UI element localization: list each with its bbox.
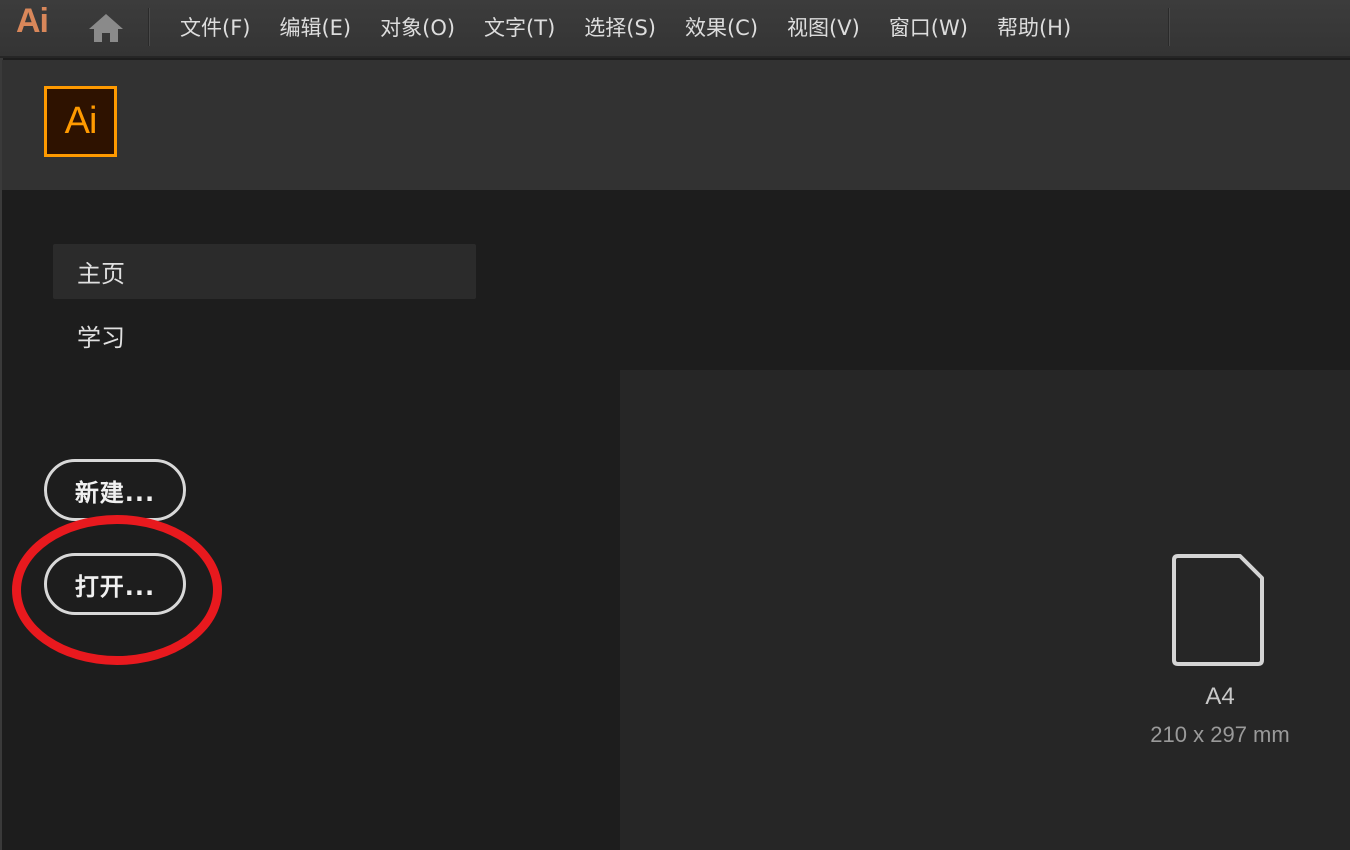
ai-badge-text: Ai <box>64 100 98 142</box>
menu-separator-end <box>1168 8 1170 46</box>
document-icon <box>1172 554 1264 666</box>
nav-home[interactable]: 主页 <box>53 244 476 299</box>
menu-type[interactable]: 文字(T) <box>484 12 555 42</box>
preset-size: 210 x 297 mm <box>1150 722 1290 747</box>
menu-view[interactable]: 视图(V) <box>787 12 860 42</box>
home-header: Ai <box>2 60 1350 190</box>
menu-effect[interactable]: 效果(C) <box>685 12 758 42</box>
nav-home-label: 主页 <box>77 260 125 288</box>
menu-window[interactable]: 窗口(W) <box>889 12 968 42</box>
nav-learn[interactable]: 学习 <box>53 308 476 363</box>
home-icon[interactable] <box>86 11 126 45</box>
menu-file[interactable]: 文件(F) <box>180 12 250 42</box>
menu-bar: Ai 文件(F) 编辑(E) 对象(O) 文字(T) 选择(S) 效果(C) 视… <box>0 0 1350 58</box>
menu-object[interactable]: 对象(O) <box>380 12 455 42</box>
preset-name: A4 <box>1205 683 1235 710</box>
app-logo: Ai <box>16 2 49 40</box>
menu-select[interactable]: 选择(S) <box>584 12 656 42</box>
ai-product-badge: Ai <box>44 86 117 157</box>
preset-panel: A4 210 x 297 mm <box>620 370 1350 850</box>
nav-learn-label: 学习 <box>77 324 125 352</box>
menu-edit[interactable]: 编辑(E) <box>279 12 351 42</box>
menu-separator <box>148 8 150 46</box>
menu-help[interactable]: 帮助(H) <box>997 12 1071 42</box>
menu-items: 文件(F) 编辑(E) 对象(O) 文字(T) 选择(S) 效果(C) 视图(V… <box>180 0 1100 54</box>
preset-a4[interactable]: A4 210 x 297 mm <box>1110 540 1330 780</box>
home-main: 主页 学习 新建... 打开... A4 210 x 297 mm <box>2 190 1350 850</box>
open-button[interactable]: 打开... <box>44 553 186 615</box>
new-button[interactable]: 新建... <box>44 459 186 521</box>
